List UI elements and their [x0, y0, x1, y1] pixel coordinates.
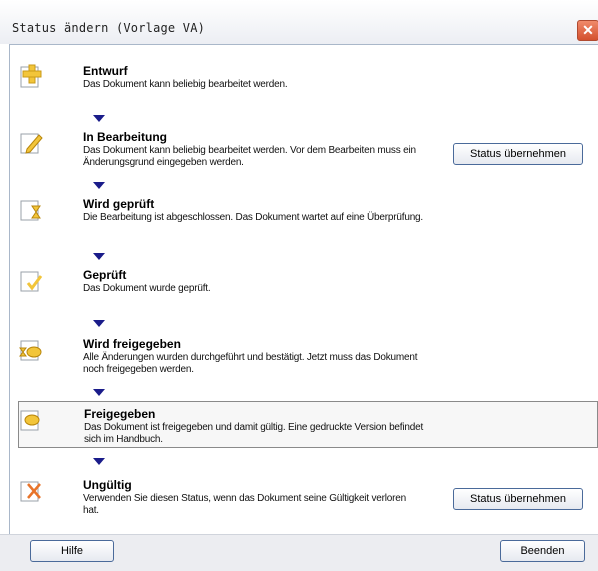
status-name: Freigegeben — [84, 407, 156, 421]
finish-button[interactable]: Beenden — [500, 540, 585, 562]
status-description: Die Bearbeitung ist abgeschlossen. Das D… — [83, 212, 424, 223]
draft-plus-icon — [20, 64, 42, 88]
status-row-wird-freigegeben[interactable]: Wird freigegeben Alle Änderungen wurden … — [18, 337, 590, 381]
flow-arrow-icon — [93, 115, 105, 122]
status-row-entwurf[interactable]: Entwurf Das Dokument kann beliebig bearb… — [18, 64, 590, 104]
flow-arrow-icon — [93, 182, 105, 189]
status-name: In Bearbeitung — [83, 130, 168, 144]
help-button[interactable]: Hilfe — [30, 540, 114, 562]
apply-status-button[interactable]: Status übernehmen — [453, 143, 583, 165]
released-seal-icon — [20, 410, 40, 431]
status-name: Geprüft — [83, 268, 127, 282]
status-description: Alle Änderungen wurden durchgeführt und … — [83, 352, 418, 375]
invalid-cross-icon — [20, 481, 41, 502]
title-bar: Status ändern (Vorlage VA) ✕ — [0, 0, 598, 44]
flow-arrow-icon — [93, 389, 105, 396]
flow-arrow-icon — [93, 253, 105, 260]
status-row-freigegeben[interactable]: Freigegeben Das Dokument ist freigegeben… — [18, 401, 598, 448]
flow-arrow-icon — [93, 320, 105, 327]
dialog-footer: Hilfe Beenden — [0, 534, 598, 571]
status-row-geprueft[interactable]: Geprüft Das Dokument wurde geprüft. — [18, 268, 590, 304]
status-description: Das Dokument ist freigegeben und damit g… — [84, 422, 424, 445]
pending-release-icon — [19, 340, 42, 361]
checkmark-icon — [20, 271, 43, 292]
status-row-wird-geprueft[interactable]: Wird geprüft Die Bearbeitung ist abgesch… — [18, 197, 590, 245]
flow-arrow-icon — [93, 458, 105, 465]
status-name: Ungültig — [83, 478, 132, 492]
status-name: Entwurf — [83, 64, 128, 78]
status-name: Wird geprüft — [83, 197, 155, 211]
status-name: Wird freigegeben — [83, 337, 181, 351]
close-icon: ✕ — [582, 22, 594, 38]
status-description: Das Dokument wurde geprüft. — [83, 283, 211, 294]
status-description: Das Dokument kann beliebig bearbeitet we… — [83, 145, 416, 168]
status-description: Das Dokument kann beliebig bearbeitet we… — [83, 79, 288, 90]
window-title: Status ändern (Vorlage VA) — [12, 21, 206, 35]
status-description: Verwenden Sie diesen Status, wenn das Do… — [83, 493, 407, 516]
close-button[interactable]: ✕ — [577, 20, 598, 41]
apply-status-button[interactable]: Status übernehmen — [453, 488, 583, 510]
hourglass-icon — [20, 200, 41, 221]
edit-pencil-icon — [20, 133, 43, 154]
